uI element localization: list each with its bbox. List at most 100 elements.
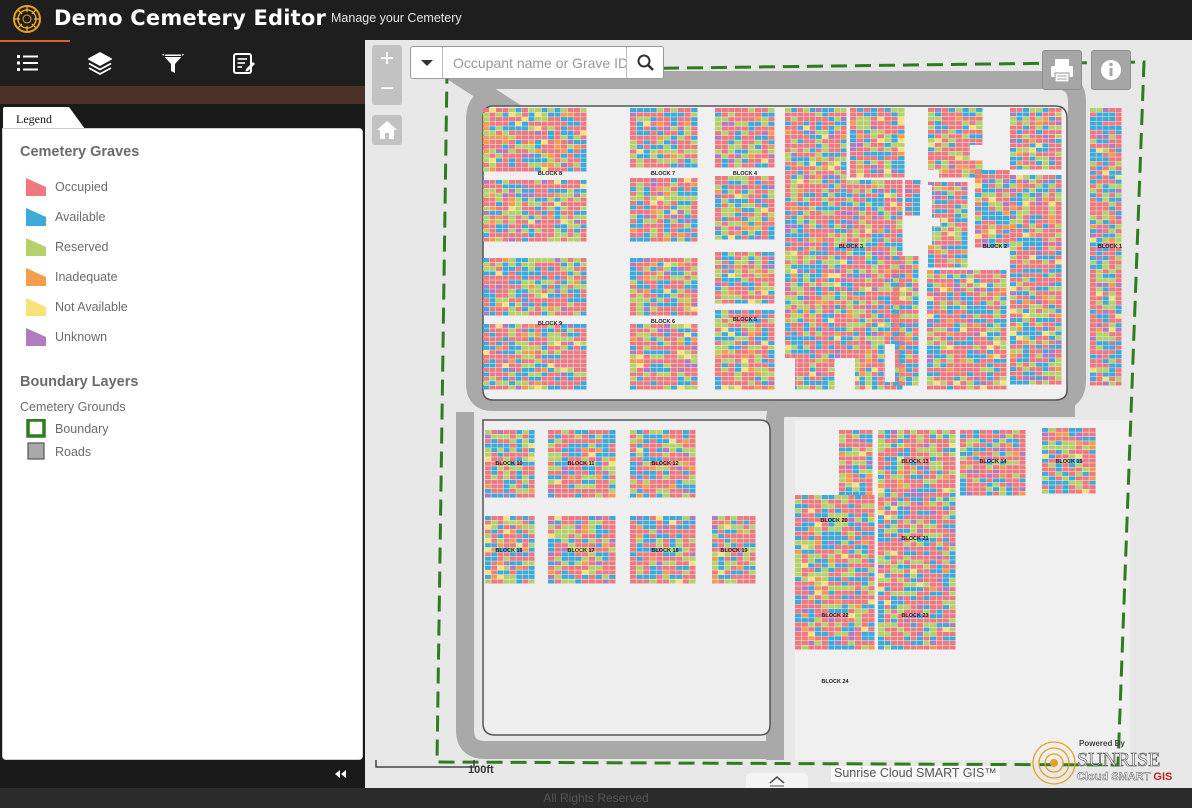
grave-plot[interactable]	[541, 337, 548, 342]
grave-plot[interactable]	[657, 237, 664, 242]
grave-plot[interactable]	[502, 233, 509, 237]
grave-plot[interactable]	[741, 140, 748, 145]
grave-plot[interactable]	[728, 198, 735, 203]
grave-plot[interactable]	[871, 193, 878, 198]
grave-plot[interactable]	[877, 121, 884, 125]
grave-plot[interactable]	[791, 143, 797, 148]
grave-plot[interactable]	[761, 286, 768, 291]
grave-plot[interactable]	[1096, 157, 1103, 162]
grave-plot[interactable]	[561, 233, 567, 237]
grave-plot[interactable]	[715, 314, 722, 319]
grave-plot[interactable]	[840, 193, 847, 197]
grave-plot[interactable]	[797, 125, 804, 130]
grave-plot[interactable]	[561, 430, 568, 434]
grave-plot[interactable]	[735, 310, 742, 314]
grave-plot[interactable]	[761, 332, 768, 337]
grave-plot[interactable]	[1096, 139, 1103, 144]
grave-plot[interactable]	[877, 173, 884, 178]
grave-plot[interactable]	[912, 372, 919, 377]
grave-plot[interactable]	[1029, 156, 1036, 161]
grave-plot[interactable]	[643, 112, 650, 117]
grave-plot[interactable]	[1090, 215, 1096, 220]
grave-plot[interactable]	[515, 202, 522, 206]
grave-plot[interactable]	[768, 117, 775, 122]
grave-plot[interactable]	[574, 284, 580, 289]
grave-plot[interactable]	[502, 332, 509, 337]
grave-plot[interactable]	[515, 228, 522, 233]
grave-plot[interactable]	[1049, 156, 1055, 161]
grave-plot[interactable]	[643, 350, 650, 355]
grave-plot[interactable]	[859, 358, 866, 363]
grave-plot[interactable]	[761, 310, 768, 314]
grave-plot[interactable]	[580, 162, 587, 167]
grave-plot[interactable]	[554, 206, 561, 211]
grave-plot[interactable]	[853, 215, 859, 220]
grave-plot[interactable]	[580, 158, 587, 163]
grave-plot[interactable]	[1016, 309, 1023, 313]
grave-plot[interactable]	[961, 245, 968, 250]
grave-plot[interactable]	[954, 182, 961, 186]
grave-plot[interactable]	[768, 135, 775, 140]
grave-plot[interactable]	[1049, 259, 1055, 264]
grave-plot[interactable]	[890, 188, 897, 193]
grave-plot[interactable]	[650, 121, 657, 126]
grave-plot[interactable]	[1023, 210, 1029, 215]
grave-plot[interactable]	[948, 164, 955, 169]
grave-plot[interactable]	[561, 385, 567, 390]
grave-plot[interactable]	[834, 188, 841, 193]
grave-plot[interactable]	[574, 140, 580, 145]
grave-plot[interactable]	[735, 358, 742, 363]
grave-plot[interactable]	[489, 258, 496, 262]
grave-plot[interactable]	[528, 452, 535, 457]
grave-plot[interactable]	[567, 302, 574, 307]
grave-plot[interactable]	[850, 121, 857, 125]
grave-plot[interactable]	[567, 135, 574, 140]
grave-plot[interactable]	[677, 332, 684, 337]
grave-plot[interactable]	[859, 367, 866, 372]
grave-plot[interactable]	[934, 164, 942, 169]
grave-plot[interactable]	[515, 149, 522, 154]
grave-plot[interactable]	[961, 258, 968, 263]
grave-plot[interactable]	[483, 193, 489, 198]
grave-plot[interactable]	[797, 219, 804, 224]
grave-plot[interactable]	[1042, 335, 1049, 340]
grave-plot[interactable]	[1023, 246, 1029, 251]
grave-plot[interactable]	[721, 126, 728, 131]
grave-plot[interactable]	[510, 430, 516, 434]
grave-plot[interactable]	[967, 301, 974, 305]
grave-plot[interactable]	[960, 376, 967, 381]
grave-plot[interactable]	[574, 293, 580, 298]
grave-plot[interactable]	[535, 193, 541, 198]
grave-plot[interactable]	[1115, 363, 1122, 368]
grave-plot[interactable]	[502, 237, 509, 242]
grave-plot[interactable]	[816, 273, 822, 278]
grave-plot[interactable]	[1109, 188, 1116, 193]
grave-plot[interactable]	[509, 307, 515, 312]
grave-plot[interactable]	[933, 283, 940, 288]
grave-plot[interactable]	[541, 180, 548, 184]
grave-plot[interactable]	[1023, 344, 1029, 349]
grave-plot[interactable]	[871, 260, 878, 265]
grave-plot[interactable]	[1042, 273, 1049, 278]
grave-plot[interactable]	[859, 300, 866, 305]
grave-plot[interactable]	[1049, 161, 1055, 165]
grave-plot[interactable]	[677, 158, 684, 163]
grave-plot[interactable]	[677, 381, 684, 386]
grave-plot[interactable]	[898, 134, 905, 139]
grave-plot[interactable]	[580, 337, 587, 342]
grave-plot[interactable]	[1090, 247, 1096, 251]
grave-plot[interactable]	[496, 275, 502, 280]
grave-plot[interactable]	[528, 206, 535, 211]
grave-plot[interactable]	[677, 228, 684, 233]
grave-plot[interactable]	[803, 242, 810, 247]
grave-plot[interactable]	[1016, 268, 1023, 273]
grave-plot[interactable]	[987, 274, 994, 279]
grave-plot[interactable]	[834, 125, 841, 130]
grave-plot[interactable]	[960, 296, 967, 301]
grave-plot[interactable]	[961, 200, 968, 205]
grave-plot[interactable]	[768, 318, 775, 323]
grave-plot[interactable]	[840, 313, 847, 318]
grave-plot[interactable]	[987, 301, 994, 305]
grave-plot[interactable]	[609, 448, 616, 453]
grave-plot[interactable]	[728, 323, 735, 328]
